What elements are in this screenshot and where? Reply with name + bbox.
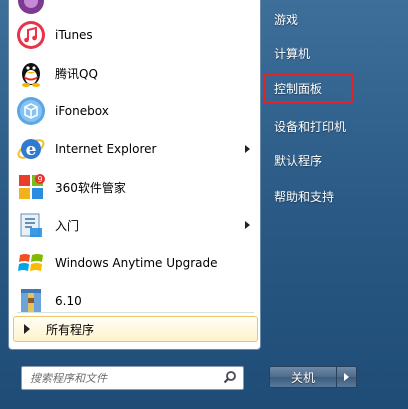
start-menu: iTunes 腾讯QQ iFonebox e Internet Explorer… <box>0 0 408 409</box>
shutdown-options-button[interactable] <box>336 367 356 387</box>
program-label: iTunes <box>55 28 93 42</box>
cutoff-app-icon <box>15 0 47 17</box>
right-item-label: 游戏 <box>274 12 299 27</box>
program-label: 腾讯QQ <box>55 66 98 81</box>
programs-pane: iTunes 腾讯QQ iFonebox e Internet Explorer… <box>8 0 261 350</box>
submenu-arrow-icon[interactable] <box>245 221 250 229</box>
program-item-qq[interactable]: 腾讯QQ <box>13 54 258 92</box>
right-item-label: 设备和打印机 <box>274 119 347 134</box>
program-item-ifonebox[interactable]: iFonebox <box>13 92 258 130</box>
right-item-default-programs[interactable]: 默认程序 <box>266 145 400 175</box>
right-item-label: 默认程序 <box>274 153 323 168</box>
windows-logo-icon <box>15 247 47 279</box>
program-label: Windows Anytime Upgrade <box>55 256 218 270</box>
all-programs-label: 所有程序 <box>46 322 95 337</box>
right-item-help-support[interactable]: 帮助和支持 <box>266 181 400 211</box>
internet-explorer-icon: e <box>15 133 47 165</box>
program-label: 360软件管家 <box>55 180 126 195</box>
search-box[interactable]: 搜索程序和文件 <box>21 366 244 390</box>
divider <box>17 312 254 313</box>
program-item-windows-anytime-upgrade[interactable]: Windows Anytime Upgrade <box>13 244 258 282</box>
program-label: 入门 <box>55 218 80 233</box>
program-item-360-software-manager[interactable]: 9 360软件管家 <box>13 168 258 206</box>
program-item-getting-started[interactable]: 入门 <box>13 206 258 244</box>
chevron-right-icon <box>344 373 349 381</box>
shutdown-button[interactable]: 关机 <box>270 367 336 387</box>
svg-text:e: e <box>26 140 37 160</box>
right-item-label: 计算机 <box>274 46 311 61</box>
program-label: iFonebox <box>55 104 109 118</box>
right-item-games[interactable]: 游戏 <box>266 4 400 34</box>
search-icon[interactable] <box>223 370 237 387</box>
program-item-internet-explorer[interactable]: e Internet Explorer <box>13 130 258 168</box>
svg-text:9: 9 <box>37 175 42 184</box>
search-input[interactable]: 搜索程序和文件 <box>30 370 107 386</box>
right-item-label: 控制面板 <box>274 81 323 96</box>
qq-penguin-icon <box>15 57 47 89</box>
360-software-manager-icon: 9 <box>15 171 47 203</box>
program-label: 6.10 <box>55 294 82 308</box>
right-item-computer[interactable]: 计算机 <box>266 38 400 68</box>
program-item-itunes[interactable]: iTunes <box>13 16 258 54</box>
itunes-icon <box>15 19 47 51</box>
all-programs-button[interactable]: 所有程序 <box>13 316 258 342</box>
submenu-arrow-icon[interactable] <box>245 145 250 153</box>
program-label: Internet Explorer <box>55 142 157 156</box>
right-item-control-panel[interactable]: 控制面板 <box>263 73 353 103</box>
getting-started-icon <box>15 209 47 241</box>
ifonebox-icon <box>15 95 47 127</box>
expand-arrow-icon <box>24 324 30 334</box>
shutdown-button-group: 关机 <box>269 366 357 388</box>
program-item-6-10[interactable]: 6.10 <box>13 282 258 320</box>
right-item-devices-printers[interactable]: 设备和打印机 <box>266 111 400 141</box>
right-item-label: 帮助和支持 <box>274 189 335 204</box>
